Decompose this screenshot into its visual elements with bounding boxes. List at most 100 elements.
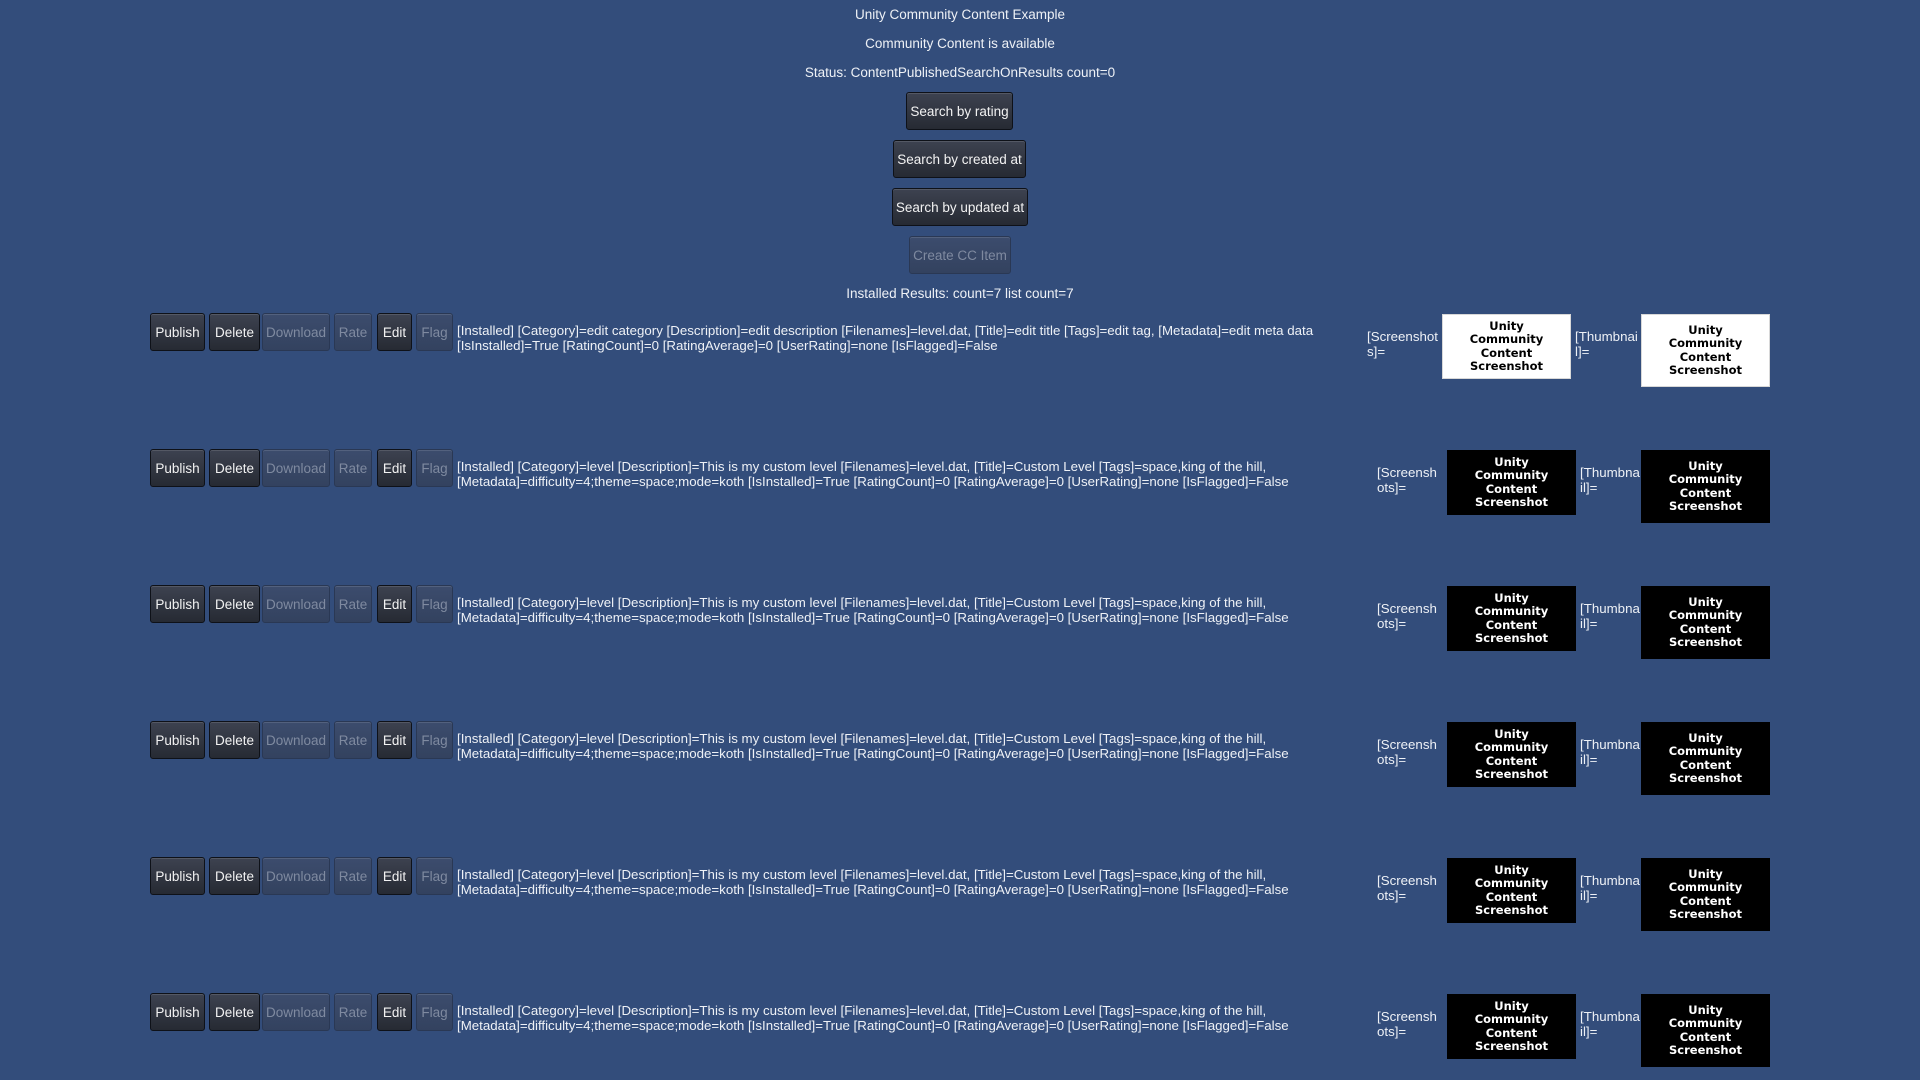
search-by-created-button[interactable]: Search by created at bbox=[893, 140, 1026, 178]
image-caption-line: Content bbox=[1480, 345, 1533, 360]
rate-button[interactable]: Rate bbox=[334, 857, 372, 895]
image-caption-line: Screenshot bbox=[1669, 907, 1742, 921]
image-caption-line: Screenshot bbox=[1669, 1043, 1742, 1057]
edit-button[interactable]: Edit bbox=[377, 449, 412, 487]
list-item: Publish Delete Download Rate Edit Flag [Instal… bbox=[0, 993, 1920, 1073]
edit-button[interactable]: Edit bbox=[377, 585, 412, 623]
list-item: Publish Delete Download Rate Edit Flag [Instal… bbox=[0, 585, 1920, 665]
publish-button[interactable]: Publish bbox=[150, 993, 205, 1031]
flag-button[interactable]: Flag bbox=[416, 313, 453, 351]
rate-button[interactable]: Rate bbox=[334, 721, 372, 759]
image-caption-line: Community bbox=[1668, 1016, 1743, 1030]
screenshot-image: Unity Community Content Screenshot bbox=[1447, 586, 1576, 651]
create-cc-item-button[interactable]: Create CC Item bbox=[909, 236, 1011, 274]
availability-text: Community Content is available bbox=[865, 36, 1055, 51]
image-caption-line: Unity bbox=[1494, 862, 1529, 877]
search-by-updated-button[interactable]: Search by updated at bbox=[892, 188, 1028, 226]
image-caption-line: Screenshot bbox=[1475, 495, 1548, 509]
publish-button[interactable]: Publish bbox=[150, 721, 205, 759]
thumbnail-label: [Thumbnail]= bbox=[1580, 873, 1640, 903]
thumbnail-label: [Thumbnail]= bbox=[1580, 1009, 1640, 1039]
image-caption-line: Community bbox=[1668, 336, 1743, 350]
image-caption-line: Unity bbox=[1688, 866, 1723, 881]
image-caption-line: Community bbox=[1668, 472, 1743, 486]
results-summary: Installed Results: count=7 list count=7 bbox=[846, 286, 1074, 301]
delete-button[interactable]: Delete bbox=[209, 449, 260, 487]
thumbnail-image: Unity Community Content Screenshot bbox=[1641, 722, 1770, 795]
download-button[interactable]: Download bbox=[262, 857, 330, 895]
list-item: Publish Delete Download Rate Edit Flag [Instal… bbox=[0, 313, 1920, 393]
edit-button[interactable]: Edit bbox=[377, 721, 412, 759]
flag-button[interactable]: Flag bbox=[416, 721, 453, 759]
item-description: [Installed] [Category]=level [Descriptio… bbox=[457, 595, 1289, 625]
rate-button[interactable]: Rate bbox=[334, 313, 372, 351]
list-item: Publish Delete Download Rate Edit Flag [Instal… bbox=[0, 449, 1920, 529]
delete-button[interactable]: Delete bbox=[209, 857, 260, 895]
image-caption-line: Unity bbox=[1688, 322, 1723, 337]
screenshots-label: [Screenshots]= bbox=[1377, 737, 1437, 767]
image-caption-line: Screenshot bbox=[1475, 903, 1548, 917]
image-caption-line: Unity bbox=[1688, 594, 1723, 609]
screenshots-label: [Screenshots]= bbox=[1377, 465, 1437, 495]
thumbnail-label: [Thumbnail]= bbox=[1580, 465, 1640, 495]
flag-button[interactable]: Flag bbox=[416, 993, 453, 1031]
delete-button[interactable]: Delete bbox=[209, 585, 260, 623]
image-caption-line: Unity bbox=[1688, 458, 1723, 473]
thumbnail-image: Unity Community Content Screenshot bbox=[1641, 314, 1770, 387]
image-caption-line: Screenshot bbox=[1475, 767, 1548, 781]
thumbnail-image: Unity Community Content Screenshot bbox=[1641, 586, 1770, 659]
image-caption-line: Community bbox=[1668, 744, 1743, 758]
image-caption-line: Content bbox=[1485, 889, 1538, 904]
download-button[interactable]: Download bbox=[262, 721, 330, 759]
download-button[interactable]: Download bbox=[262, 449, 330, 487]
item-description: [Installed] [Category]=level [Descriptio… bbox=[457, 731, 1289, 761]
image-caption-line: Screenshot bbox=[1669, 363, 1742, 377]
publish-button[interactable]: Publish bbox=[150, 585, 205, 623]
item-description: [Installed] [Category]=level [Descriptio… bbox=[457, 1003, 1289, 1033]
rate-button[interactable]: Rate bbox=[334, 585, 372, 623]
flag-button[interactable]: Flag bbox=[416, 857, 453, 895]
download-button[interactable]: Download bbox=[262, 585, 330, 623]
download-button[interactable]: Download bbox=[262, 993, 330, 1031]
image-caption-line: Screenshot bbox=[1669, 499, 1742, 513]
screenshot-image: Unity Community Content Screenshot bbox=[1447, 994, 1576, 1059]
screenshot-image: Unity Community Content Screenshot bbox=[1447, 450, 1576, 515]
thumbnail-image: Unity Community Content Screenshot bbox=[1641, 450, 1770, 523]
delete-button[interactable]: Delete bbox=[209, 313, 260, 351]
image-caption-line: Community bbox=[1474, 1012, 1549, 1026]
delete-button[interactable]: Delete bbox=[209, 721, 260, 759]
image-caption-line: Community bbox=[1469, 332, 1544, 346]
search-by-rating-button[interactable]: Search by rating bbox=[906, 92, 1013, 130]
rate-button[interactable]: Rate bbox=[334, 449, 372, 487]
thumbnail-label: [Thumbnail]= bbox=[1575, 329, 1638, 359]
item-description: [Installed] [Category]=level [Descriptio… bbox=[457, 459, 1289, 489]
image-caption-line: Unity bbox=[1688, 1002, 1723, 1017]
image-caption-line: Screenshot bbox=[1470, 359, 1543, 373]
screenshot-image: Unity Community Content Screenshot bbox=[1442, 314, 1571, 379]
download-button[interactable]: Download bbox=[262, 313, 330, 351]
image-caption-line: Content bbox=[1679, 349, 1732, 364]
image-caption-line: Unity bbox=[1494, 726, 1529, 741]
edit-button[interactable]: Edit bbox=[377, 313, 412, 351]
image-caption-line: Unity bbox=[1494, 454, 1529, 469]
publish-button[interactable]: Publish bbox=[150, 313, 205, 351]
delete-button[interactable]: Delete bbox=[209, 993, 260, 1031]
rate-button[interactable]: Rate bbox=[334, 993, 372, 1031]
publish-button[interactable]: Publish bbox=[150, 449, 205, 487]
image-caption-line: Screenshot bbox=[1669, 635, 1742, 649]
edit-button[interactable]: Edit bbox=[377, 993, 412, 1031]
thumbnail-label: [Thumbnail]= bbox=[1580, 601, 1640, 631]
screenshot-image: Unity Community Content Screenshot bbox=[1447, 858, 1576, 923]
image-caption-line: Unity bbox=[1494, 998, 1529, 1013]
flag-button[interactable]: Flag bbox=[416, 585, 453, 623]
edit-button[interactable]: Edit bbox=[377, 857, 412, 895]
publish-button[interactable]: Publish bbox=[150, 857, 205, 895]
page-title: Unity Community Content Example bbox=[854, 7, 1066, 22]
image-caption-line: Screenshot bbox=[1475, 1039, 1548, 1053]
status-text: Status: ContentPublishedSearchOnResults … bbox=[804, 65, 1116, 80]
image-caption-line: Screenshot bbox=[1475, 631, 1548, 645]
image-caption-line: Community bbox=[1668, 608, 1743, 622]
image-caption-line: Content bbox=[1485, 617, 1538, 632]
flag-button[interactable]: Flag bbox=[416, 449, 453, 487]
image-caption-line: Unity bbox=[1688, 730, 1723, 745]
